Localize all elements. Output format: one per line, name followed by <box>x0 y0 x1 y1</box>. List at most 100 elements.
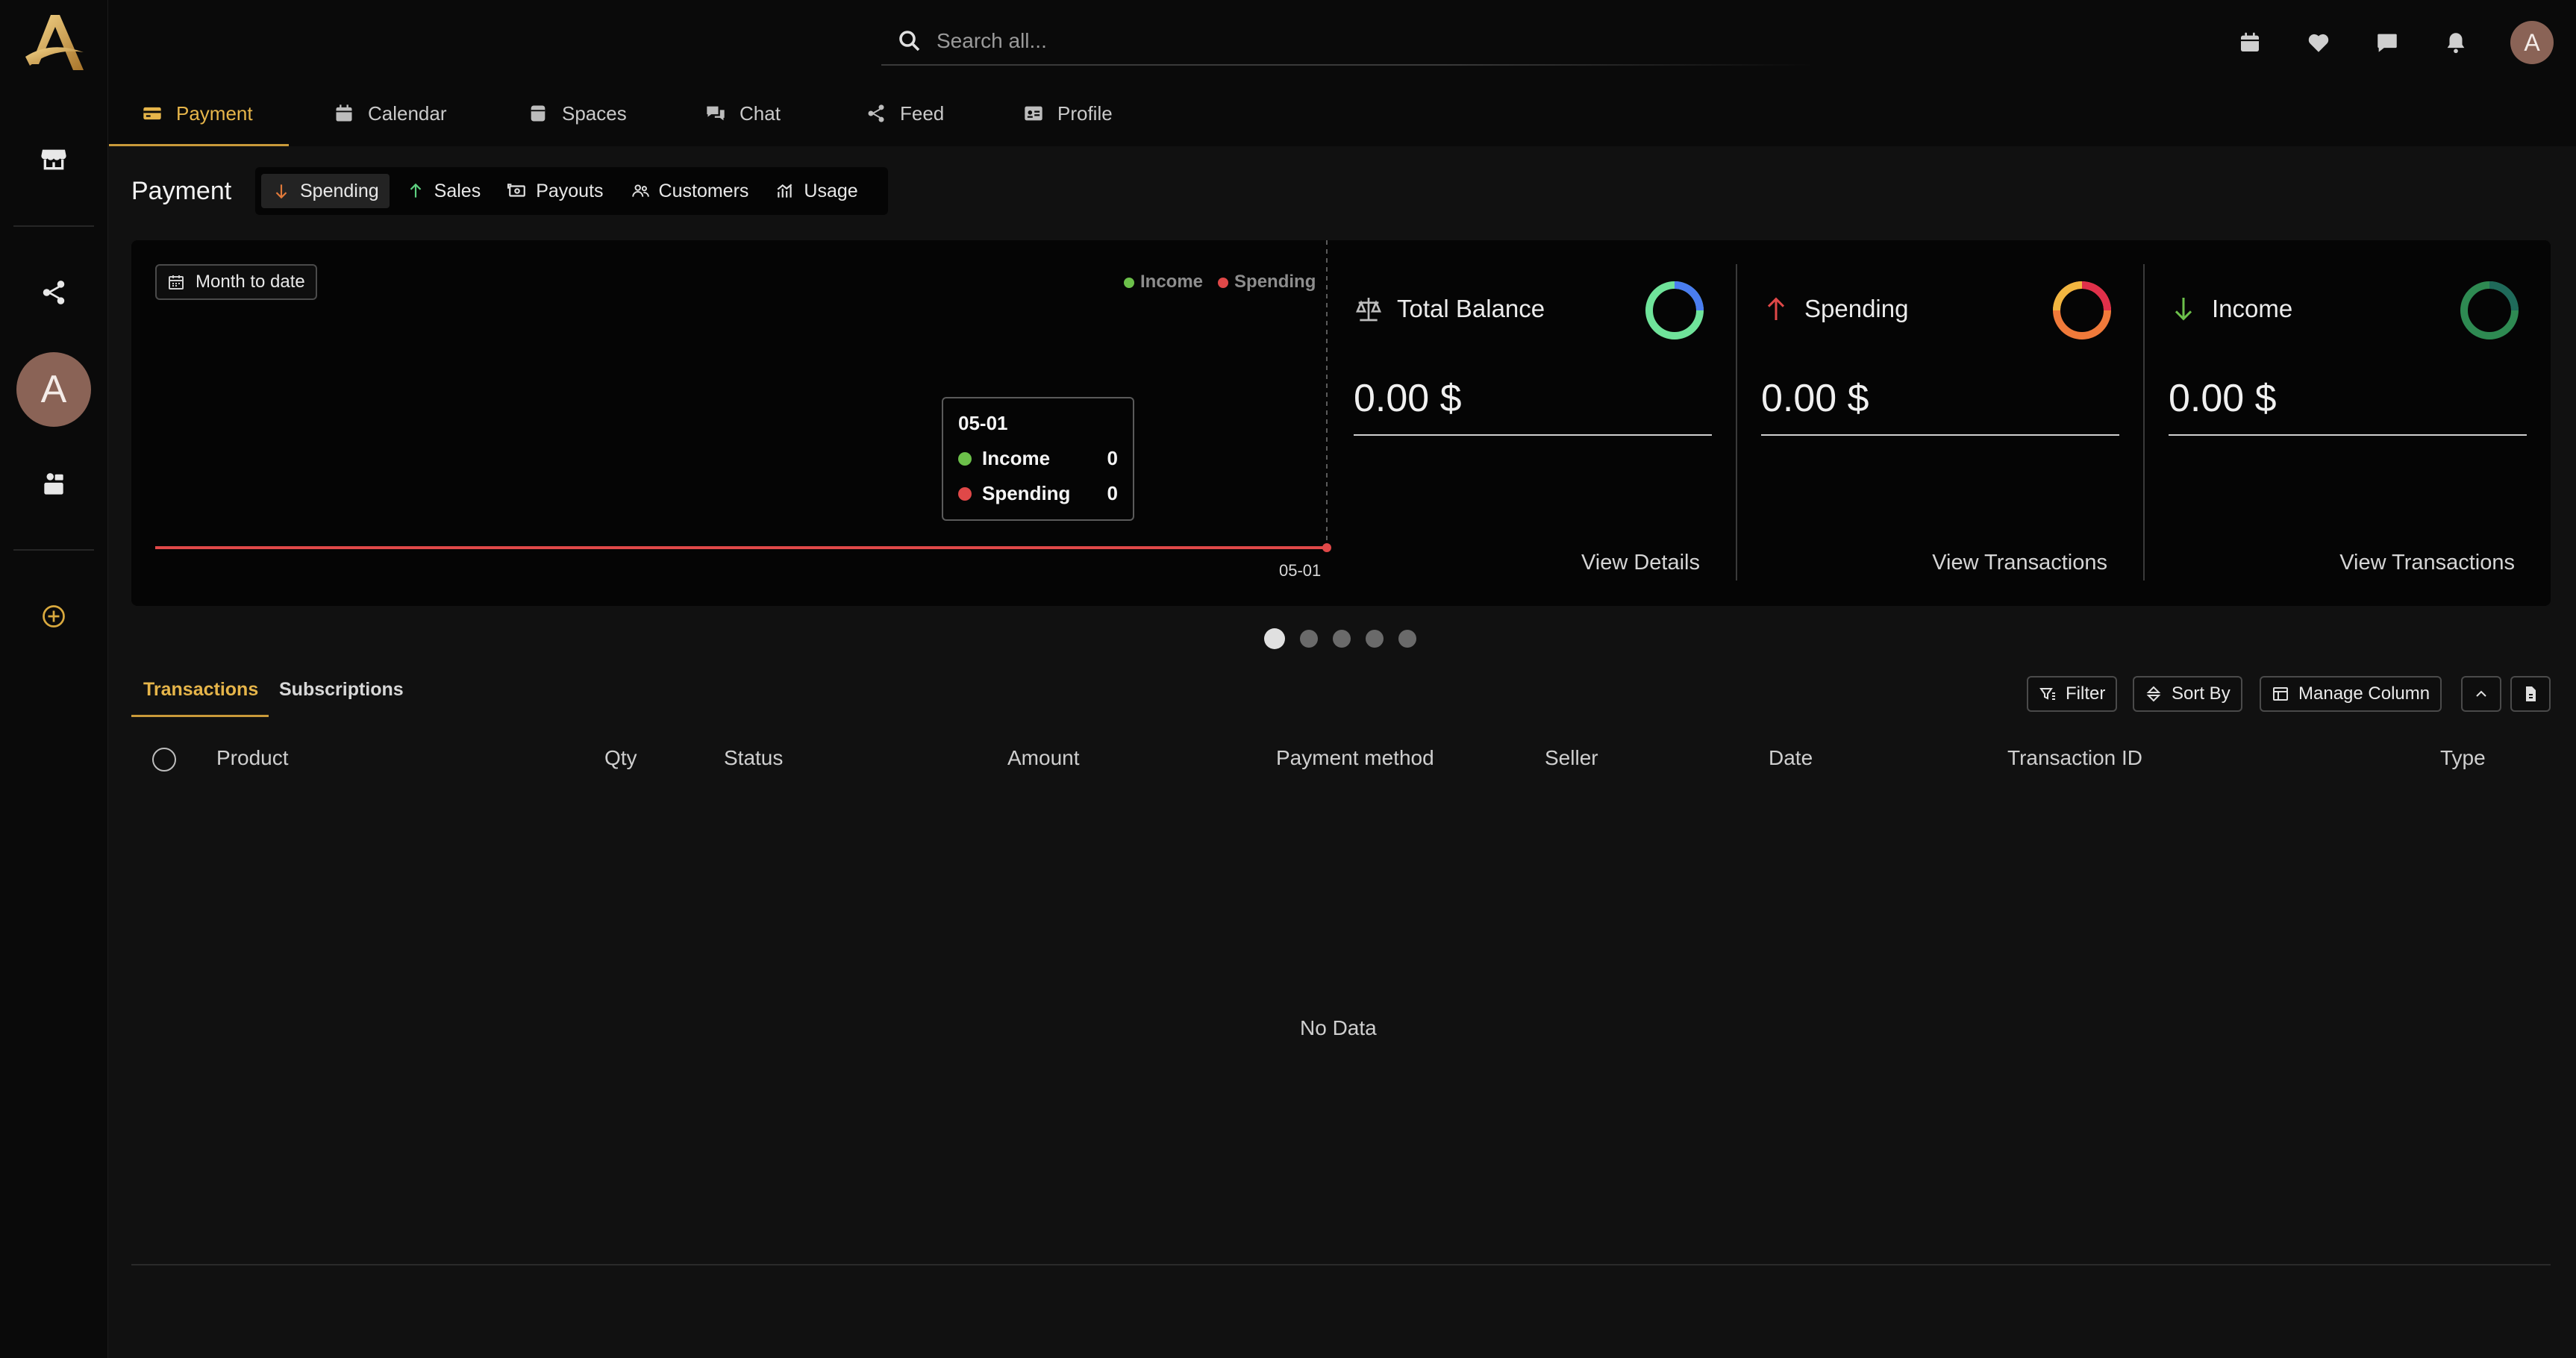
column-header-type[interactable]: Type <box>2440 746 2486 770</box>
arrow-up-icon <box>1767 297 1785 320</box>
subtab-label: Sales <box>434 180 481 201</box>
subtab-sales[interactable]: Sales <box>396 174 492 208</box>
calendar-icon[interactable] <box>2236 28 2264 57</box>
workspace-icon[interactable] <box>33 464 75 506</box>
subtab-label: Spending <box>300 180 379 201</box>
column-header-status[interactable]: Status <box>724 746 783 770</box>
top-actions: A <box>2236 21 2554 64</box>
tab-feed[interactable]: Feed <box>866 81 944 146</box>
select-all-checkbox[interactable] <box>152 748 176 772</box>
store-icon[interactable] <box>33 139 75 181</box>
stat-income: Income 0.00 $ View Transactions <box>2169 264 2527 585</box>
table-footer-divider <box>131 1264 2551 1265</box>
stat-value: 0.00 $ <box>2169 377 2277 420</box>
stat-header: Spending <box>1761 294 1908 324</box>
add-circle-icon[interactable] <box>33 595 75 637</box>
carousel-dot[interactable] <box>1366 630 1384 648</box>
tooltip-label: Spending <box>982 482 1071 504</box>
sidebar-divider <box>13 549 94 551</box>
calendar-icon <box>336 104 352 122</box>
subtab-customers[interactable]: Customers <box>620 174 760 208</box>
chart-tooltip: 05-01 Income 0 Spending 0 <box>942 397 1134 521</box>
manage-column-button[interactable]: Manage Column <box>2260 676 2442 712</box>
tab-spaces[interactable]: Spaces <box>528 81 627 146</box>
carousel-dots <box>1264 628 1416 649</box>
stat-divider <box>1761 434 2119 436</box>
columns-icon <box>2273 687 2288 701</box>
subtab-label: Payouts <box>536 180 604 201</box>
user-avatar[interactable]: A <box>2510 21 2554 64</box>
export-button[interactable] <box>2510 676 2551 712</box>
stat-spending: Spending 0.00 $ View Transactions <box>1761 264 2119 585</box>
carousel-dot[interactable] <box>1264 628 1285 649</box>
view-details-link[interactable]: View Details <box>1581 551 1700 575</box>
spaces-icon <box>531 105 545 122</box>
spending-ring-icon <box>2053 281 2111 340</box>
column-header-transaction-id[interactable]: Transaction ID <box>2007 746 2142 770</box>
view-transactions-link[interactable]: View Transactions <box>1932 551 2107 575</box>
tab-calendar[interactable]: Calendar <box>334 81 447 146</box>
payment-overview-card: Month to date Income Spending 05-01 Inco… <box>131 240 2551 606</box>
sort-icon <box>2146 686 2161 702</box>
sidebar: A <box>0 0 108 1358</box>
tab-payment[interactable]: Payment <box>109 81 289 146</box>
tab-label: Calendar <box>368 101 447 125</box>
filter-label: Filter <box>2066 683 2106 704</box>
payment-subtabs: Spending Sales Payouts Customers Usage <box>255 167 888 215</box>
stat-divider <box>1354 434 1712 436</box>
tab-transactions[interactable]: Transactions <box>143 679 258 701</box>
subtab-usage[interactable]: Usage <box>765 174 868 208</box>
income-ring-icon <box>2460 281 2519 340</box>
search-icon <box>899 31 920 51</box>
manage-column-label: Manage Column <box>2298 683 2430 704</box>
table-header: Product Qty Status Amount Payment method… <box>131 739 2551 780</box>
tab-chat[interactable]: Chat <box>705 81 781 146</box>
file-export-icon <box>2526 686 2536 701</box>
scale-icon <box>1355 298 1382 322</box>
column-header-product[interactable]: Product <box>216 746 289 770</box>
tab-label: Profile <box>1057 101 1113 125</box>
stat-header: Total Balance <box>1354 294 1545 324</box>
subtab-spending[interactable]: Spending <box>261 174 390 208</box>
carousel-dot[interactable] <box>1333 630 1351 648</box>
stat-separator <box>2143 264 2145 581</box>
view-transactions-link[interactable]: View Transactions <box>2339 551 2515 575</box>
column-header-seller[interactable]: Seller <box>1545 746 1598 770</box>
id-card-icon <box>1025 106 1042 121</box>
heart-icon[interactable] <box>2304 28 2333 57</box>
column-header-date[interactable]: Date <box>1769 746 1813 770</box>
page-title: Payment <box>131 177 232 205</box>
message-icon[interactable] <box>2373 28 2401 57</box>
share-icon[interactable] <box>33 272 75 313</box>
tab-subscriptions[interactable]: Subscriptions <box>279 679 404 701</box>
tab-label: Spaces <box>562 101 627 125</box>
customers-icon <box>631 184 649 197</box>
search-input[interactable] <box>937 29 1608 53</box>
stat-header: Income <box>2169 294 2292 324</box>
tooltip-label: Income <box>982 447 1051 469</box>
stat-total-balance: Total Balance 0.00 $ View Details <box>1354 264 1712 585</box>
column-header-amount[interactable]: Amount <box>1007 746 1080 770</box>
column-header-qty[interactable]: Qty <box>604 746 637 770</box>
line-chart <box>155 240 1331 552</box>
tooltip-row-spending: Spending 0 <box>958 482 1118 505</box>
tooltip-row-income: Income 0 <box>958 447 1118 470</box>
tab-profile[interactable]: Profile <box>1023 81 1113 146</box>
collapse-button[interactable] <box>2461 676 2501 712</box>
series-spending-point <box>1322 543 1331 552</box>
column-header-payment-method[interactable]: Payment method <box>1276 746 1434 770</box>
bell-icon[interactable] <box>2442 28 2470 57</box>
sort-label: Sort By <box>2172 683 2230 704</box>
carousel-dot[interactable] <box>1398 630 1416 648</box>
sidebar-avatar[interactable]: A <box>16 352 91 427</box>
carousel-dot[interactable] <box>1300 630 1318 648</box>
subtab-payouts[interactable]: Payouts <box>497 174 613 208</box>
tooltip-date: 05-01 <box>958 412 1008 434</box>
arrow-down-icon <box>2175 298 2192 321</box>
usage-icon <box>777 184 793 198</box>
stat-value: 0.00 $ <box>1761 377 1869 420</box>
stat-label: Spending <box>1804 295 1909 322</box>
app-logo[interactable] <box>21 10 88 78</box>
sort-button[interactable]: Sort By <box>2133 676 2242 712</box>
filter-button[interactable]: Filter <box>2027 676 2118 712</box>
